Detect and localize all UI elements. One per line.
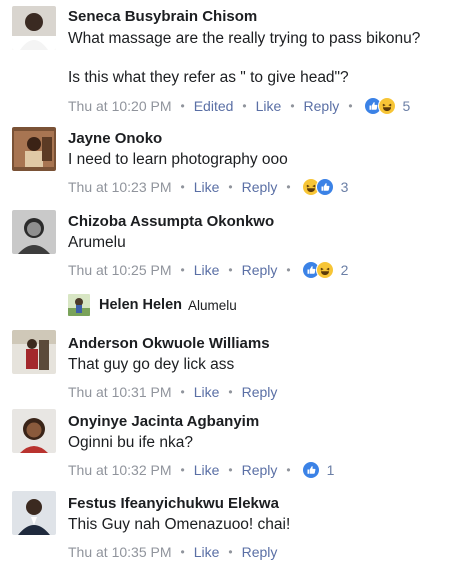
reply-button[interactable]: Reply: [304, 97, 340, 115]
comment-text: Is this what they refer as " to give hea…: [68, 69, 349, 86]
comment-timestamp[interactable]: Thu at 10:35 PM: [68, 543, 172, 561]
avatar[interactable]: [12, 6, 56, 50]
separator-dot: •: [286, 463, 291, 477]
comment-author[interactable]: Anderson Okwuole Williams: [68, 334, 463, 353]
reaction-count: 3: [340, 179, 349, 195]
comment-author[interactable]: Festus Ifeanyichukwu Elekwa: [68, 494, 463, 513]
reply-button[interactable]: Reply: [242, 178, 278, 196]
comment-timestamp[interactable]: Thu at 10:23 PM: [68, 178, 172, 196]
comment-author[interactable]: Seneca Busybrain Chisom: [68, 7, 463, 26]
like-button[interactable]: Like: [194, 261, 220, 279]
haha-reaction-icon: [377, 97, 396, 115]
comment-text: What massage are the really trying to pa…: [68, 30, 421, 47]
nested-reply[interactable]: Helen Helen Alumelu: [68, 292, 237, 318]
reaction-summary[interactable]: 1: [301, 461, 335, 479]
avatar[interactable]: [12, 127, 56, 171]
comment-text: That guy go dey lick ass: [68, 356, 235, 373]
like-reaction-icon: [301, 461, 320, 479]
separator-dot: •: [228, 385, 233, 399]
separator-dot: •: [228, 263, 233, 277]
comment-text: I need to learn photography ooo: [68, 151, 288, 168]
avatar[interactable]: [12, 330, 56, 374]
comment-author[interactable]: Onyinye Jacinta Agbanyim: [68, 412, 463, 431]
separator-dot: •: [290, 99, 295, 113]
like-button[interactable]: Like: [194, 383, 220, 401]
comment-timestamp[interactable]: Thu at 10:32 PM: [68, 461, 172, 479]
comment-timestamp[interactable]: Thu at 10:20 PM: [68, 97, 172, 115]
like-button[interactable]: Like: [256, 97, 282, 115]
avatar[interactable]: [12, 491, 56, 535]
reaction-count: 1: [326, 462, 335, 478]
comment-text: This Guy nah Omenazuoo! chai!: [68, 516, 291, 533]
comment-timestamp[interactable]: Thu at 10:25 PM: [68, 261, 172, 279]
reaction-count: 5: [402, 98, 411, 114]
reply-button[interactable]: Reply: [242, 461, 278, 479]
comment-author[interactable]: Chizoba Assumpta Okonkwo: [68, 212, 463, 231]
reply-button[interactable]: Reply: [242, 383, 278, 401]
reply-button[interactable]: Reply: [242, 543, 278, 561]
separator-dot: •: [228, 545, 233, 559]
separator-dot: •: [286, 263, 291, 277]
separator-dot: •: [348, 99, 353, 113]
separator-dot: •: [180, 385, 185, 399]
reaction-count: 2: [340, 262, 349, 278]
edited-label[interactable]: Edited: [194, 97, 234, 115]
reaction-summary[interactable]: 2: [301, 261, 349, 279]
reaction-summary[interactable]: 5: [363, 97, 411, 115]
avatar[interactable]: [12, 409, 56, 453]
separator-dot: •: [180, 99, 185, 113]
reply-button[interactable]: Reply: [242, 261, 278, 279]
reply-author[interactable]: Helen Helen: [99, 297, 182, 313]
separator-dot: •: [180, 263, 185, 277]
reply-text: Alumelu: [188, 297, 237, 313]
separator-dot: •: [228, 180, 233, 194]
separator-dot: •: [286, 180, 291, 194]
separator-dot: •: [228, 463, 233, 477]
reaction-summary[interactable]: 3: [301, 178, 349, 196]
separator-dot: •: [242, 99, 247, 113]
avatar[interactable]: [12, 210, 56, 254]
like-button[interactable]: Like: [194, 543, 220, 561]
comment-timestamp[interactable]: Thu at 10:31 PM: [68, 383, 172, 401]
separator-dot: •: [180, 180, 185, 194]
haha-reaction-icon: [315, 261, 334, 279]
comment-author[interactable]: Jayne Onoko: [68, 129, 463, 148]
avatar[interactable]: [68, 294, 90, 316]
like-reaction-icon: [315, 178, 334, 196]
separator-dot: •: [180, 545, 185, 559]
like-button[interactable]: Like: [194, 461, 220, 479]
like-button[interactable]: Like: [194, 178, 220, 196]
comment-text: Arumelu: [68, 234, 126, 251]
separator-dot: •: [180, 463, 185, 477]
comment-text: Oginni bu ife nka?: [68, 434, 193, 451]
